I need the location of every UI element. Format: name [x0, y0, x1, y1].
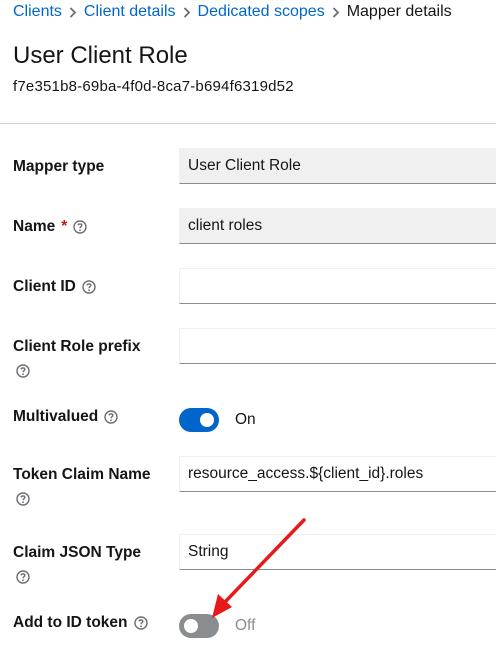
add-to-id-token-state-label: Off: [235, 617, 256, 634]
breadcrumb: Clients Client details Dedicated scopes …: [13, 0, 452, 24]
multivalued-state-label: On: [235, 411, 256, 428]
help-icon[interactable]: [133, 616, 148, 630]
help-icon[interactable]: [104, 410, 118, 424]
switch-knob: [184, 619, 198, 633]
breadcrumb-item-dedicated-scopes[interactable]: Dedicated scopes: [198, 3, 325, 21]
divider: [0, 123, 496, 124]
breadcrumb-item-client-details[interactable]: Client details: [84, 3, 176, 21]
help-icon[interactable]: [82, 280, 96, 294]
chevron-right-icon: [176, 6, 198, 18]
client-id-input[interactable]: [179, 268, 496, 304]
help-icon[interactable]: [16, 492, 30, 506]
client-role-prefix-label: Client Role prefix: [13, 338, 141, 355]
add-to-id-token-label: Add to ID token: [13, 611, 173, 635]
switch-knob: [200, 413, 214, 427]
name-label: Name *: [13, 215, 173, 239]
help-icon[interactable]: [73, 220, 87, 234]
chevron-right-icon: [62, 6, 84, 18]
mapper-id: f7e351b8-69ba-4f0d-8ca7-b694f6319d52: [13, 78, 294, 95]
add-to-id-token-switch[interactable]: [179, 614, 219, 638]
help-icon[interactable]: [16, 364, 30, 378]
mapper-type-label: Mapper type: [13, 158, 105, 175]
required-marker: *: [61, 218, 68, 235]
mapper-type-field: User Client Role: [179, 148, 496, 184]
multivalued-switch[interactable]: [179, 408, 219, 432]
client-id-label: Client ID: [13, 275, 173, 299]
help-icon[interactable]: [16, 570, 30, 584]
claim-json-type-label: Claim JSON Type: [13, 544, 142, 561]
claim-json-type-select[interactable]: String: [179, 534, 496, 570]
multivalued-label: Multivalued: [13, 405, 173, 429]
page-title: User Client Role: [13, 42, 188, 69]
client-role-prefix-input[interactable]: [179, 328, 496, 364]
breadcrumb-item-clients[interactable]: Clients: [13, 3, 62, 21]
token-claim-name-label: Token Claim Name: [13, 466, 151, 483]
name-field: client roles: [179, 208, 496, 244]
breadcrumb-current: Mapper details: [346, 3, 452, 20]
chevron-right-icon: [325, 6, 347, 18]
token-claim-name-input[interactable]: resource_access.${client_id}.roles: [179, 456, 496, 492]
